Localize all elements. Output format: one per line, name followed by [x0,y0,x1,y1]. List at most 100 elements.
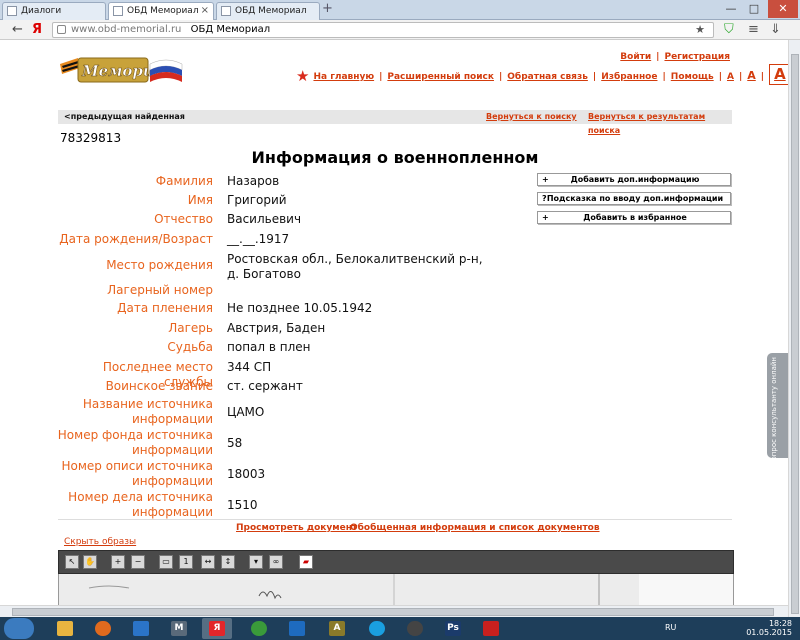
taskbar-skype-icon[interactable] [362,618,392,639]
clock-date: 01.05.2015 [746,628,792,637]
button-label: Подсказка по вводу доп.информации [546,194,724,203]
yandex-home-button[interactable]: Я [32,21,42,39]
add-to-favorites-button[interactable]: + Добавить в избранное [537,211,731,224]
document-image [58,574,734,605]
taskbar-explorer-icon[interactable] [50,618,80,639]
document-links: Просмотреть документ Обобщенная информац… [58,519,732,535]
protect-shield-icon[interactable]: ⛉ [724,21,734,39]
font-size-small[interactable]: A [727,72,734,82]
taskbar-aimp-icon[interactable]: A [322,618,352,639]
taskbar-m-app-icon[interactable]: M [164,618,194,639]
browser-tab[interactable]: ОБД Мемориал [216,2,320,20]
favicon-icon [113,6,123,16]
field-value: ст. сержант [227,379,303,393]
save-icon[interactable]: ▾ [249,555,263,569]
url-field[interactable]: www.obd-memorial.ru ОБД Мемориал ★ [52,22,714,38]
red-star-icon: ★ [296,67,310,85]
login-link[interactable]: Войти [620,52,651,62]
tab-close-icon[interactable]: × [201,3,209,19]
page-title: Информация о военнопленном [251,148,539,167]
download-icon[interactable]: ⇓ [770,21,781,39]
nav-advanced-search[interactable]: Расширенный поиск [387,72,494,82]
result-navigation-bar: <предыдущая найденная Вернуться к поиску… [58,110,732,135]
maximize-button[interactable]: □ [743,0,765,18]
field-label: Судьба [167,340,213,354]
font-size-large[interactable]: A [769,64,788,85]
field-value: Васильевич [227,212,302,226]
font-size-medium[interactable]: A [747,69,756,82]
site-icon [57,25,66,34]
link-icon[interactable]: ∞ [269,555,283,569]
url-domain: www.obd-memorial.ru [71,24,182,35]
back-to-search-link[interactable]: Вернуться к поиску [486,110,577,124]
taskbar-photoshop-icon[interactable]: Ps [438,618,468,639]
pointer-tool-icon[interactable]: ↖ [65,555,79,569]
tab-label: ОБД Мемориал [127,6,199,16]
taskbar-windows-icon[interactable] [126,618,156,639]
previous-result-link[interactable]: <предыдущая найденная [64,110,185,124]
scrollbar-thumb[interactable] [12,608,774,616]
windows-taskbar: M Я A Ps RU 18:28 01.05.2015 [0,617,800,640]
browser-tab-active[interactable]: ОБД Мемориал × [108,2,214,20]
add-info-button[interactable]: + Добавить доп.информацию [537,173,731,186]
register-link[interactable]: Регистрация [664,52,730,62]
browser-tab-bar: Диалоги ОБД Мемориал × ОБД Мемориал + — … [0,0,800,20]
field-label: Дата рождения/Возраст [59,232,213,246]
back-to-results-link[interactable]: Вернуться к результатам поиска [588,110,732,138]
field-label: Номер дела источника информации [68,490,213,519]
button-label: Добавить доп.информацию [570,175,700,184]
keyboard-language[interactable]: RU [665,623,676,632]
scrollbar-thumb[interactable] [791,54,799,614]
field-value: Ростовская обл., Белокалитвенский р-н, д… [227,252,483,281]
taskbar-yandex-browser-icon[interactable]: Я [202,618,232,639]
fit-page-icon[interactable]: ▭ [159,555,173,569]
hide-images-link[interactable]: Скрыть образы [64,537,136,547]
field-label: Номер описи источника информации [61,459,214,488]
taskbar-chrome-icon[interactable] [244,618,274,639]
back-button[interactable]: ← [12,21,23,39]
input-hint-button[interactable]: ? Подсказка по вводу доп.информации [537,192,731,205]
taskbar-app-icon[interactable] [400,618,430,639]
taskbar-pdf-reader-icon[interactable] [476,618,506,639]
zoom-in-icon[interactable]: + [111,555,125,569]
pdf-icon[interactable]: ▰ [299,555,313,569]
horizontal-scrollbar[interactable] [0,605,788,617]
nav-home[interactable]: На главную [313,72,374,82]
memorial-logo[interactable]: Мемориал [58,54,186,88]
zoom-out-icon[interactable]: − [131,555,145,569]
browser-tab[interactable]: Диалоги [2,2,106,20]
clock[interactable]: 18:28 01.05.2015 [746,619,792,637]
field-value: Австрия, Баден [227,321,326,335]
field-label: Фамилия [155,174,213,188]
nav-help[interactable]: Помощь [671,72,714,82]
hand-tool-icon[interactable]: ✋ [83,555,97,569]
new-tab-button[interactable]: + [322,2,333,16]
nav-favorites[interactable]: Избранное [601,72,657,82]
consultant-widget[interactable]: Задать вопрос консультанту онлайн [767,353,789,493]
bookmark-star-icon[interactable]: ★ [695,23,705,37]
field-label: Название источника информации [82,397,213,426]
field-label: Дата пленения [117,301,213,315]
fit-height-icon[interactable]: ↕ [221,555,235,569]
summary-link[interactable]: Обобщенная информация и список документо… [350,523,600,533]
field-value: попал в плен [227,340,311,354]
actual-size-icon[interactable]: 1 [179,555,193,569]
button-label: Добавить в избранное [583,213,687,222]
vertical-scrollbar[interactable] [788,40,800,617]
nav-feedback[interactable]: Обратная связь [507,72,588,82]
menu-icon[interactable]: ≡ [748,21,759,39]
scanned-document-image [59,574,733,605]
field-value: __.__.1917 [227,232,290,246]
favicon-icon [221,6,231,16]
minimize-button[interactable]: — [720,0,742,18]
field-value: 344 СП [227,360,272,374]
start-button[interactable] [4,618,34,639]
field-label: Отчество [154,212,213,226]
close-window-button[interactable]: ✕ [768,0,798,18]
field-label: Имя [187,193,213,207]
taskbar-media-player-icon[interactable] [88,618,118,639]
fit-width-icon[interactable]: ↔ [201,555,215,569]
url-title: ОБД Мемориал [190,24,271,35]
taskbar-teamviewer-icon[interactable] [282,618,312,639]
view-document-link[interactable]: Просмотреть документ [236,523,357,533]
